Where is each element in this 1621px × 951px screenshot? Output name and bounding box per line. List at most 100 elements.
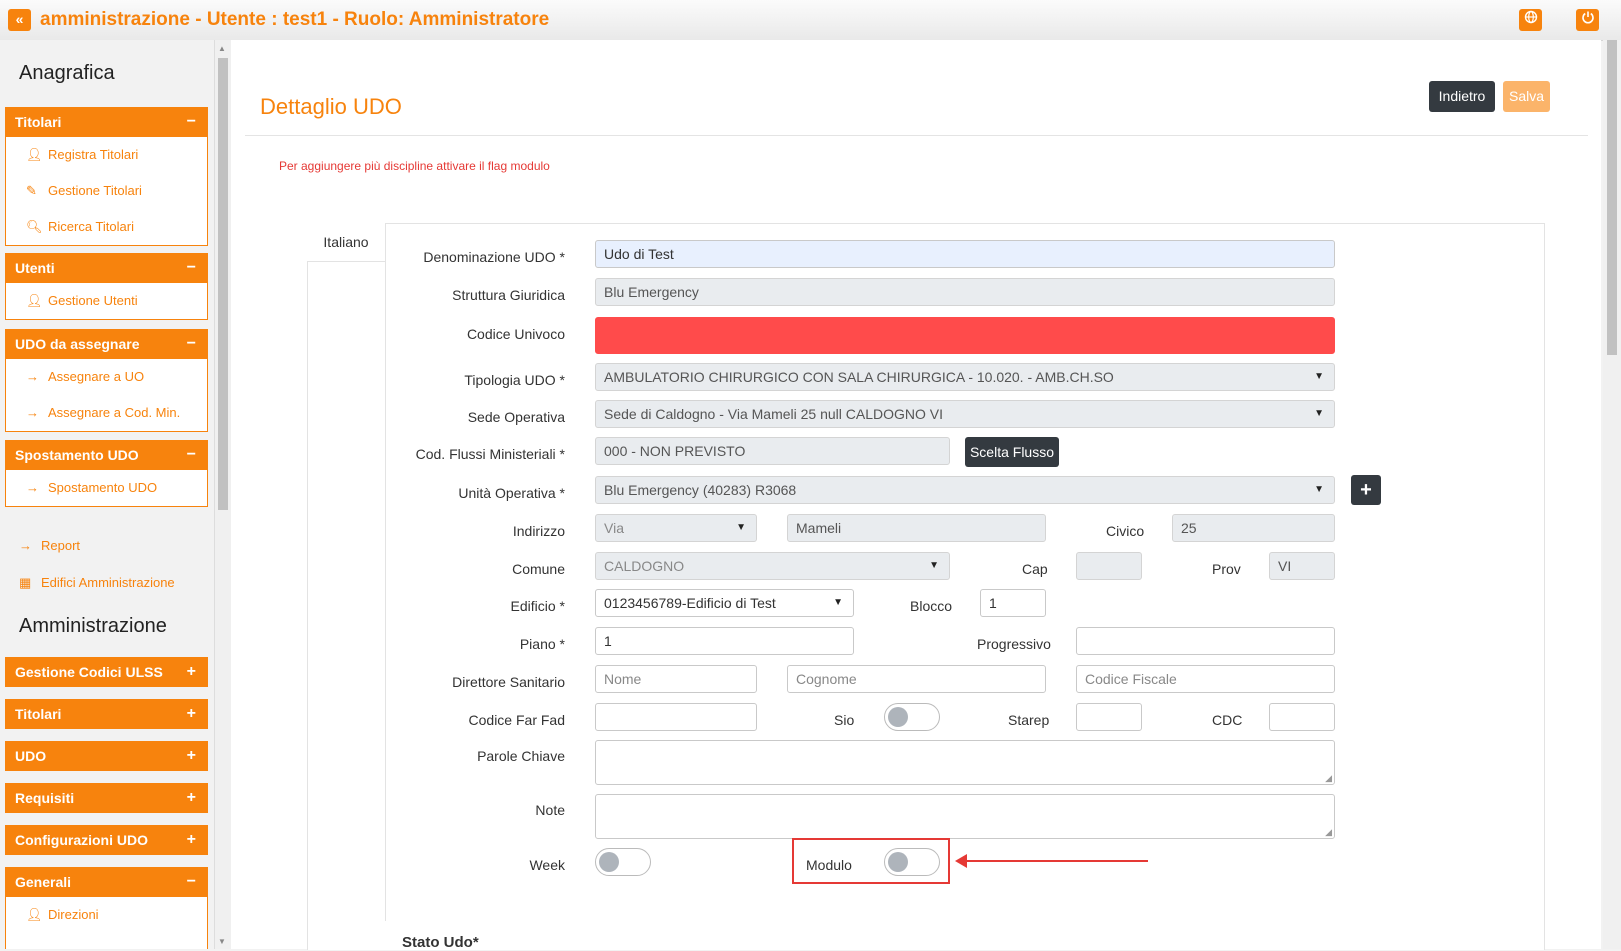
starep-input[interactable] [1076, 703, 1142, 731]
group-title: Gestione Codici ULSS [15, 664, 163, 680]
group-title: Generali [15, 874, 72, 890]
chevron-down-icon: ▼ [833, 597, 843, 608]
edificio-select[interactable]: 0123456789-Edificio di Test ▼ [595, 589, 854, 617]
cognome-input[interactable]: Cognome [787, 665, 1046, 693]
globe-icon[interactable] [1519, 9, 1542, 31]
far-fad-input[interactable] [595, 703, 757, 731]
blocco-input[interactable]: 1 [980, 589, 1046, 617]
scrollbar-thumb[interactable] [218, 58, 228, 510]
codice-univoco-input[interactable] [595, 317, 1335, 354]
back-button[interactable]: Indietro [1429, 81, 1495, 112]
piano-input[interactable]: 1 [595, 627, 854, 655]
add-unita-button[interactable]: + [1351, 475, 1381, 505]
scelta-flusso-button[interactable]: Scelta Flusso [965, 437, 1059, 467]
group-title: Titolari [15, 706, 62, 722]
expand-icon[interactable]: + [187, 741, 196, 771]
scroll-down-icon[interactable]: ▼ [218, 937, 226, 946]
parole-chiave-label: Parole Chiave [477, 748, 565, 764]
scroll-up-icon[interactable]: ▲ [218, 44, 226, 53]
progressivo-input[interactable] [1076, 627, 1335, 655]
collapse-icon[interactable]: − [187, 440, 196, 470]
civico-input: 25 [1172, 514, 1335, 542]
unita-operativa-select[interactable]: Blu Emergency (40283) R3068 ▼ [595, 476, 1335, 504]
arrow-right-icon: → [26, 369, 39, 384]
group-header-configurazioni-udo[interactable]: Configurazioni UDO + [5, 825, 208, 855]
cap-input [1076, 552, 1142, 580]
resize-grip-icon[interactable]: ◢ [1325, 773, 1332, 784]
sidebar-item-report[interactable]: → Report [19, 538, 80, 553]
save-button[interactable]: Salva [1503, 81, 1550, 112]
select-value: Blu Emergency (40283) R3068 [604, 482, 797, 498]
denominazione-input[interactable]: Udo di Test [595, 240, 1335, 268]
group-header-generali[interactable]: Generali − [5, 867, 208, 897]
item-label: Assegnare a Cod. Min. [48, 405, 181, 420]
page-title: Dettaglio UDO [260, 94, 402, 119]
collapse-icon[interactable]: − [187, 107, 196, 137]
toggle-knob [888, 707, 908, 727]
week-toggle[interactable] [595, 848, 651, 876]
progressivo-label: Progressivo [977, 636, 1051, 652]
power-icon[interactable] [1576, 9, 1599, 31]
scrollbar-thumb[interactable] [1607, 40, 1617, 355]
sidebar-item-assegnare-cod-min[interactable]: → Assegnare a Cod. Min. [6, 395, 207, 431]
sidebar-item-ricerca-titolari[interactable]: 🔍︎ Ricerca Titolari [6, 209, 207, 245]
collapse-icon[interactable]: − [187, 253, 196, 283]
sidebar-item-direzioni[interactable]: 👤︎ Direzioni [6, 897, 207, 933]
group-title: Requisiti [15, 790, 75, 806]
group-header-gestione-codici-ulss[interactable]: Gestione Codici ULSS + [5, 657, 208, 687]
comune-label: Comune [512, 561, 565, 577]
group-header-titolari[interactable]: Titolari − [5, 107, 208, 137]
indirizzo-label: Indirizzo [512, 523, 565, 539]
sidebar-item-registra-titolari[interactable]: 👤︎ Registra Titolari [6, 137, 207, 173]
expand-icon[interactable]: + [187, 699, 196, 729]
chevron-down-icon: ▼ [1314, 408, 1324, 419]
group-header-spostamento-udo[interactable]: Spostamento UDO − [5, 440, 208, 470]
hint-text: Per aggiungere più discipline attivare i… [279, 159, 550, 173]
sidebar-item-edifici[interactable]: ▦ Edifici Amministrazione [19, 575, 175, 591]
comune-select[interactable]: CALDOGNO ▼ [595, 552, 950, 580]
item-label: Ricerca Titolari [48, 219, 134, 234]
page-scrollbar[interactable] [1603, 40, 1621, 949]
collapse-icon[interactable]: − [187, 867, 196, 897]
codice-fiscale-input[interactable]: Codice Fiscale [1076, 665, 1335, 693]
collapse-icon[interactable]: − [187, 329, 196, 359]
expand-icon[interactable]: + [187, 657, 196, 687]
prov-input: VI [1269, 552, 1335, 580]
collapse-menu-icon[interactable]: « [8, 9, 31, 31]
chevron-down-icon: ▼ [736, 522, 746, 533]
expand-icon[interactable]: + [187, 825, 196, 855]
sidebar-scrollbar[interactable]: ▲ ▼ [214, 40, 231, 949]
group-header-admin-titolari[interactable]: Titolari + [5, 699, 208, 729]
sidebar-item-gestione-titolari[interactable]: ✎ Gestione Titolari [6, 173, 207, 209]
expand-icon[interactable]: + [187, 783, 196, 813]
indirizzo-tipo-select[interactable]: Via ▼ [595, 514, 757, 542]
group-header-udo[interactable]: UDO + [5, 741, 208, 771]
top-bar: « amministrazione - Utente : test1 - Ruo… [0, 0, 1621, 41]
group-header-udo-da-assegnare[interactable]: UDO da assegnare − [5, 329, 208, 359]
cdc-input[interactable] [1269, 703, 1335, 731]
direttore-label: Direttore Sanitario [452, 674, 565, 690]
sede-select[interactable]: Sede di Caldogno - Via Mameli 25 null CA… [595, 400, 1335, 428]
sidebar-item-assegnare-uo[interactable]: → Assegnare a UO [6, 359, 207, 395]
nome-input[interactable]: Nome [595, 665, 757, 693]
starep-label: Starep [1008, 712, 1050, 728]
group-header-requisiti[interactable]: Requisiti + [5, 783, 208, 813]
note-textarea[interactable]: ◢ [595, 794, 1335, 839]
resize-grip-icon[interactable]: ◢ [1325, 827, 1332, 838]
group-title: UDO da assegnare [15, 336, 140, 352]
note-label: Note [535, 802, 565, 818]
group-admin-titolari: Titolari + [5, 699, 208, 729]
group-header-utenti[interactable]: Utenti − [5, 253, 208, 283]
sio-toggle[interactable] [884, 703, 940, 731]
tipologia-select[interactable]: AMBULATORIO CHIRURGICO CON SALA CHIRURGI… [595, 363, 1335, 391]
far-fad-label: Codice Far Fad [468, 712, 565, 728]
toggle-knob [599, 852, 619, 872]
arrow-right-icon: → [19, 538, 32, 553]
section-anagrafica: Anagrafica [19, 62, 115, 84]
struttura-label: Struttura Giuridica [452, 287, 565, 303]
sidebar-item-gestione-utenti[interactable]: 👤︎ Gestione Utenti [6, 283, 207, 319]
sidebar-item-spostamento-udo[interactable]: → Spostamento UDO [6, 470, 207, 506]
group-generali: Generali − 👤︎ Direzioni [5, 867, 208, 949]
parole-chiave-textarea[interactable]: ◢ [595, 740, 1335, 785]
section-amministrazione: Amministrazione [19, 615, 167, 637]
